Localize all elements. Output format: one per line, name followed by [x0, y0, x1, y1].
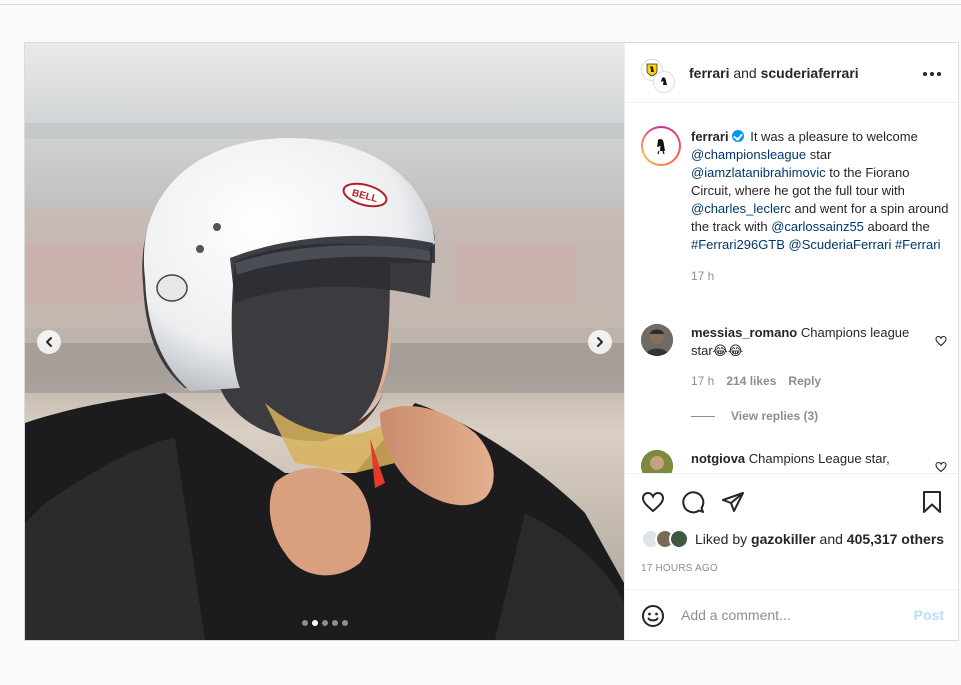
- hashtag-link[interactable]: #Ferrari: [895, 237, 941, 252]
- emoji-smile-icon: [642, 605, 664, 627]
- comment-body: notgiova Champions League star,: [691, 450, 923, 468]
- post-sidebar: ferrari and scuderiaferrari ferrari It w…: [624, 43, 960, 640]
- emoji-button[interactable]: [641, 604, 665, 633]
- verified-badge-icon: [731, 130, 744, 142]
- caption-segment: aboard the: [867, 219, 930, 234]
- mention-link[interactable]: @ScuderiaFerrari: [789, 237, 892, 252]
- prancing-horse-icon: [657, 138, 665, 155]
- comment-age[interactable]: 17 h: [691, 374, 714, 388]
- carousel-dot: [332, 620, 338, 626]
- paper-plane-icon: [722, 492, 744, 512]
- liker-avatar: [669, 529, 689, 549]
- post-media[interactable]: BELL: [25, 43, 624, 640]
- carousel-dot: [302, 620, 308, 626]
- post-dialog: BELL ferrari and scuderiaferrari ferrari…: [24, 42, 960, 641]
- view-replies-button[interactable]: View replies (3): [691, 409, 818, 423]
- comment-likes[interactable]: 214 likes: [726, 374, 776, 388]
- reply-button[interactable]: Reply: [788, 374, 821, 388]
- comment-username[interactable]: notgiova: [691, 451, 745, 466]
- heart-outline-icon: [935, 461, 947, 473]
- caption-age[interactable]: 17 h: [691, 267, 951, 285]
- like-comment-button[interactable]: [935, 334, 947, 352]
- share-button[interactable]: [721, 490, 745, 519]
- commenter-avatar[interactable]: [641, 450, 673, 473]
- post-header: ferrari and scuderiaferrari: [625, 43, 960, 103]
- caption-username[interactable]: ferrari: [691, 129, 729, 144]
- comment-bubble-icon: [682, 491, 705, 514]
- comment-username[interactable]: messias_romano: [691, 325, 797, 340]
- carousel-dot: [342, 620, 348, 626]
- likes-summary: Liked by gazokiller and 405,317 others: [641, 529, 944, 549]
- hashtag-link[interactable]: #Ferrari296GTB: [691, 237, 785, 252]
- bookmark-icon: [923, 491, 941, 513]
- mention-link[interactable]: @carlossainz55: [771, 219, 864, 234]
- post-authors: ferrari and scuderiaferrari: [689, 65, 859, 81]
- carousel-indicator: [302, 620, 348, 626]
- caption-segment: It was a pleasure to welcome: [750, 129, 918, 144]
- comment-body: messias_romano Champions league star😂😂: [691, 324, 923, 360]
- mention-link[interactable]: @iamzlatanibrahimovic: [691, 165, 826, 180]
- heart-outline-icon: [935, 335, 947, 347]
- carousel-next-button[interactable]: [588, 330, 612, 354]
- carousel-prev-button[interactable]: [37, 330, 61, 354]
- avatar-photo: [641, 450, 673, 473]
- comment-button[interactable]: [681, 490, 705, 519]
- post-actions: Liked by gazokiller and 405,317 others 1…: [625, 473, 960, 588]
- post-photo: BELL: [25, 43, 624, 640]
- post-comment-button[interactable]: Post: [914, 607, 944, 623]
- author-ferrari-link[interactable]: ferrari: [689, 65, 729, 81]
- likes-prefix: Liked by: [695, 531, 748, 547]
- scuderiaferrari-avatar: [653, 71, 675, 93]
- heart-outline-icon: [641, 491, 665, 513]
- likes-joiner: and: [819, 531, 843, 547]
- caption-text: ferrari It was a pleasure to welcome @ch…: [691, 128, 951, 285]
- like-button[interactable]: [641, 490, 665, 519]
- liker-avatars[interactable]: [641, 529, 689, 549]
- replies-divider: [691, 415, 715, 417]
- authors-joiner: and: [733, 65, 757, 81]
- more-horizontal-icon: [923, 72, 941, 76]
- chevron-left-icon: [46, 337, 52, 347]
- save-button[interactable]: [920, 490, 944, 519]
- add-comment-bar: Post: [625, 589, 960, 640]
- carousel-dot-active: [312, 620, 318, 626]
- prancing-horse-icon: [661, 77, 667, 85]
- comment-meta: 17 h 214 likes Reply: [691, 374, 821, 388]
- collab-avatars[interactable]: [641, 59, 675, 93]
- liker-username[interactable]: gazokiller: [751, 531, 816, 547]
- mention-link[interactable]: @championsleague: [691, 147, 806, 162]
- post-timestamp[interactable]: 17 HOURS AGO: [641, 563, 718, 574]
- caption-segment: star: [809, 147, 832, 162]
- more-options-button[interactable]: [922, 61, 942, 81]
- comments-list[interactable]: ferrari It was a pleasure to welcome @ch…: [625, 104, 960, 473]
- commenter-avatar[interactable]: [641, 324, 673, 356]
- carousel-dot: [322, 620, 328, 626]
- likes-count[interactable]: 405,317 others: [847, 531, 944, 547]
- avatar-photo: [641, 324, 673, 356]
- like-comment-button[interactable]: [935, 460, 947, 473]
- comment-text: Champions League star,: [748, 451, 890, 466]
- comment-input[interactable]: [681, 604, 901, 626]
- author-scuderiaferrari-link[interactable]: scuderiaferrari: [761, 65, 859, 81]
- caption-avatar[interactable]: [641, 126, 681, 166]
- top-divider: [0, 4, 961, 5]
- view-replies-label: View replies (3): [731, 409, 819, 423]
- mention-link[interactable]: @charles_leclerc: [691, 201, 791, 216]
- chevron-right-icon: [597, 337, 603, 347]
